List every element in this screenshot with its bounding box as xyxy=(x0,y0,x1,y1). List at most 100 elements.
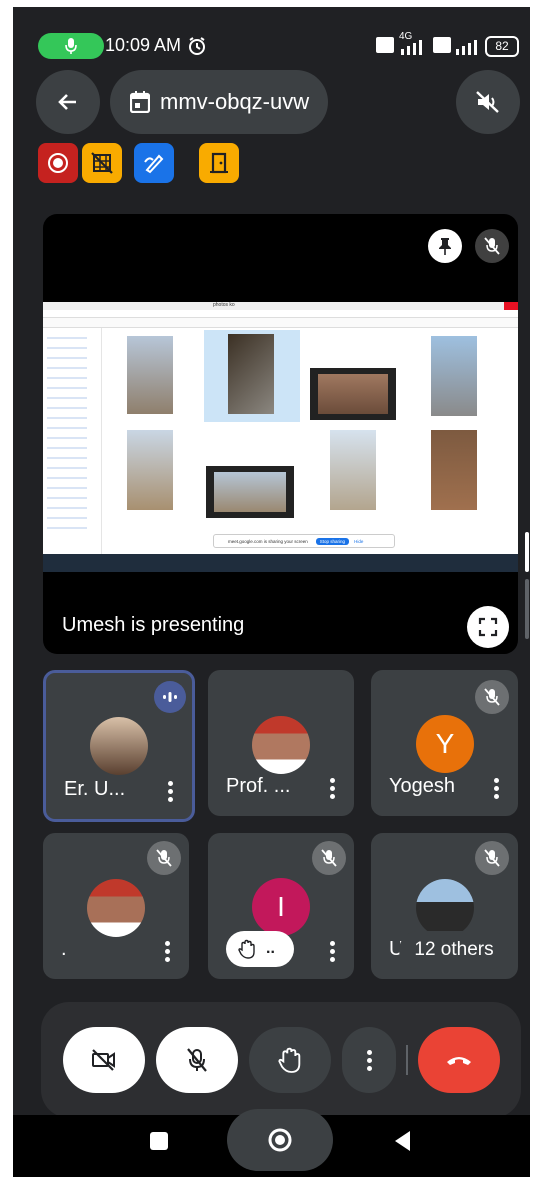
presentation-tile[interactable]: photos ko meet.google.com is sharing you… xyxy=(43,214,518,654)
meeting-code: mmv-obqz-uvw xyxy=(160,89,310,114)
sharing-banner-text: meet.google.com is sharing your screen xyxy=(228,538,308,544)
others-chip[interactable]: 12 others xyxy=(399,931,509,969)
meeting-info-chip[interactable]: mmv-obqz-uvw xyxy=(110,70,328,134)
close-window-icon xyxy=(504,302,518,310)
phone-screen: 10:09 AM 4G 82 mmv-obqz-uvw photos ko me… xyxy=(13,7,530,1177)
thumbnail xyxy=(228,334,274,414)
avatar xyxy=(252,716,310,774)
signal-icon-2 xyxy=(456,40,477,55)
thumbnail xyxy=(127,430,173,510)
hand-icon xyxy=(278,1047,301,1073)
captions-indicator[interactable] xyxy=(82,143,122,183)
video-off-icon xyxy=(92,1049,115,1071)
calendar-icon xyxy=(130,91,150,113)
participant-tile[interactable]: Um 12 others xyxy=(371,833,518,979)
mic-off-icon xyxy=(484,688,500,706)
stop-sharing-button: Stop sharing xyxy=(315,537,350,545)
more-options-icon[interactable] xyxy=(168,778,174,805)
speaker-off-button[interactable] xyxy=(456,70,520,134)
participant-name: Er. U... xyxy=(64,778,126,800)
participant-name: Yogesh xyxy=(389,775,455,797)
presenter-mic-off xyxy=(475,229,509,263)
record-icon xyxy=(48,153,68,173)
end-call-button[interactable] xyxy=(418,1027,500,1093)
mic-active-indicator xyxy=(38,33,104,59)
avatar xyxy=(87,879,145,937)
volte-icon xyxy=(376,37,394,53)
avatar xyxy=(90,717,148,775)
volume-off-icon xyxy=(476,91,499,113)
avatar-initial: I xyxy=(252,878,310,936)
thumbnail xyxy=(127,336,173,414)
thumbnail xyxy=(310,368,396,420)
back-nav-icon[interactable] xyxy=(392,1129,412,1153)
battery-level: 82 xyxy=(495,39,509,53)
avatar-initial: Y xyxy=(416,715,474,773)
more-options-icon[interactable] xyxy=(494,775,500,802)
explorer-addressbar xyxy=(43,318,518,328)
participant-tile[interactable]: Er. U... xyxy=(43,670,195,822)
camera-toggle-button[interactable] xyxy=(63,1027,145,1093)
participant-tile[interactable]: I .. xyxy=(208,833,354,979)
door-icon xyxy=(210,152,228,174)
participant-name: Prof. ... xyxy=(226,775,291,797)
raised-hand-chip: .. xyxy=(226,931,294,967)
back-button[interactable] xyxy=(36,70,100,134)
raise-hand-button[interactable] xyxy=(249,1027,331,1093)
speaking-indicator xyxy=(154,681,186,713)
mic-off-icon xyxy=(321,849,337,867)
windows-taskbar xyxy=(43,554,518,572)
scroll-indicator[interactable] xyxy=(525,532,529,572)
pin-button[interactable] xyxy=(428,229,462,263)
more-vert-icon xyxy=(366,1047,372,1074)
more-options-icon[interactable] xyxy=(330,775,336,802)
participant-tile[interactable]: Prof. ... xyxy=(208,670,354,816)
explorer-ribbon xyxy=(43,310,518,318)
mic-off-icon xyxy=(156,849,172,867)
avatar xyxy=(416,879,474,937)
hide-button: Hide xyxy=(354,538,364,544)
recording-indicator[interactable] xyxy=(38,143,78,183)
whiteboard-indicator[interactable] xyxy=(134,143,174,183)
hand-icon xyxy=(238,939,255,959)
fullscreen-button[interactable] xyxy=(467,606,509,648)
breakout-indicator[interactable] xyxy=(199,143,239,183)
participant-tile[interactable]: Y Yogesh xyxy=(371,670,518,816)
participant-name: .. xyxy=(266,940,275,957)
audio-wave-icon xyxy=(163,692,177,702)
mic-toggle-button[interactable] xyxy=(156,1027,238,1093)
mic-off-icon xyxy=(484,849,500,867)
pin-icon xyxy=(439,238,451,255)
home-circle-icon xyxy=(268,1128,292,1152)
thumbnail xyxy=(206,466,294,518)
sharing-banner: meet.google.com is sharing your screen S… xyxy=(213,534,395,548)
call-end-icon xyxy=(447,1057,471,1065)
thumbnail xyxy=(330,430,376,510)
mic-icon xyxy=(65,38,77,54)
presenting-label: Umesh is presenting xyxy=(62,614,245,636)
mic-off-icon xyxy=(187,1048,207,1072)
draw-icon xyxy=(144,154,164,174)
participant-mic-off xyxy=(475,841,509,875)
participant-mic-off xyxy=(475,680,509,714)
scroll-track xyxy=(525,579,529,639)
home-button[interactable] xyxy=(227,1109,333,1171)
shared-screen: photos ko meet.google.com is sharing you… xyxy=(43,302,518,572)
participant-mic-off xyxy=(147,841,181,875)
arrow-left-icon xyxy=(58,94,76,110)
participant-name: . xyxy=(61,938,67,960)
more-options-icon[interactable] xyxy=(330,938,336,965)
more-options-icon[interactable] xyxy=(165,938,171,965)
signal-icon xyxy=(401,40,422,55)
participant-mic-off xyxy=(312,841,346,875)
more-options-button[interactable] xyxy=(342,1027,396,1093)
recents-button[interactable] xyxy=(150,1132,168,1150)
status-time: 10:09 AM xyxy=(105,35,182,55)
thumbnail xyxy=(431,430,477,510)
battery-indicator: 82 xyxy=(485,36,519,57)
volte-icon-2 xyxy=(433,37,451,53)
controls-divider xyxy=(406,1045,408,1075)
explorer-titlebar: photos ko xyxy=(43,302,518,310)
participant-tile[interactable]: . xyxy=(43,833,189,979)
alarm-icon xyxy=(189,37,205,55)
